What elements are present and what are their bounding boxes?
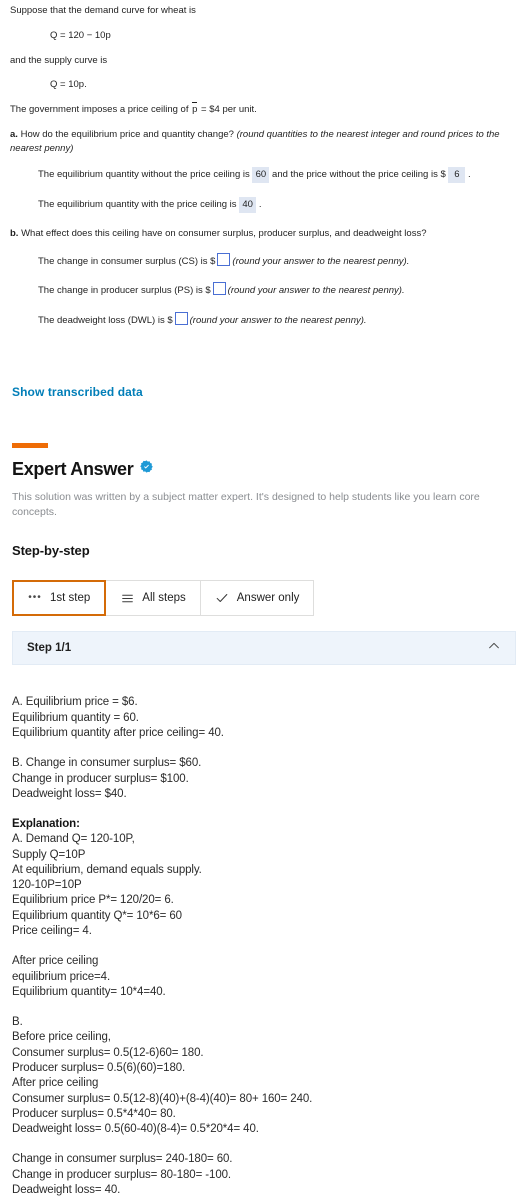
check-icon [215,591,229,605]
b3-hint: (round your answer to the nearest penny)… [189,315,367,327]
a2-pre-text: The equilibrium quantity with the price … [38,199,240,211]
expert-answer-description: This solution was written by a subject m… [12,490,480,519]
verified-check-icon [140,460,154,478]
solution-line: B. [12,1016,23,1029]
solution-line: Change in producer surplus= 80-180= -100… [12,1168,232,1181]
solution-line: Change in producer surplus= $100. [12,772,189,785]
solution-line: Before price ceiling, [12,1031,111,1044]
a1-mid-text: and the price without the price ceiling … [269,169,449,181]
solution-line: Equilibrium price P*= 120/20= 6. [12,894,174,907]
solution-line: equilibrium price=4. [12,970,111,983]
show-transcribed-data-link[interactable]: Show transcribed data [12,385,143,399]
price-ceiling-post: = $4 per unit. [198,104,257,116]
answer-line-a1: The equilibrium quantity without the pri… [10,167,518,184]
solution-body: A. Equilibrium price = $6. Equilibrium qu… [0,695,528,1198]
solution-line: Supply Q=10P [12,848,86,861]
solution-line: Equilibrium quantity = 60. [12,711,139,724]
solution-line: Deadweight loss= $40. [12,787,127,800]
a1-pre-text: The equilibrium quantity without the pri… [38,169,253,181]
solution-line: Consumer surplus= 0.5(12-8)(40)+(8-4)(40… [12,1092,313,1105]
tab-answer-only[interactable]: Answer only [199,580,315,617]
consumer-surplus-change-input[interactable] [217,252,231,266]
solution-line: After price ceiling [12,1077,99,1090]
solution-line: Explanation: [12,818,80,831]
solution-paragraph-gap [12,1137,516,1152]
step-header-bar[interactable]: Step 1/1 [12,631,516,666]
demand-equation: Q = 120 − 10p [50,29,111,41]
part-a-prompt: a. How do the equilibrium price and quan… [10,128,518,156]
step-counter-label: Step 1/1 [27,642,72,655]
tab-all-steps-label: All steps [142,592,186,605]
expert-answer-section: Expert Answer This solution was written … [0,442,528,666]
step-view-tabs: ••• 1st step All steps Answer only [12,580,516,617]
solution-line: Producer surplus= 0.5*4*40= 80. [12,1107,176,1120]
solution-paragraph-gap [12,939,516,954]
part-a-label: a. [10,128,18,140]
tab-answer-only-label: Answer only [236,592,300,605]
a2-post-text: . [256,199,262,211]
deadweight-loss-input[interactable] [174,312,188,326]
a1-post-text: . [465,169,471,181]
solution-line: At equilibrium, demand equals supply. [12,863,202,876]
tab-first-step[interactable]: ••• 1st step [12,580,107,617]
answer-line-b1: The change in consumer surplus (CS) is $… [10,252,518,269]
transcribed-data-section: Show transcribed data [0,342,528,401]
producer-surplus-change-input[interactable] [212,282,226,296]
solution-line: Equilibrium quantity Q*= 10*6= 60 [12,909,182,922]
solution-line: Equilibrium quantity after price ceiling… [12,726,224,739]
part-a-text: How do the equilibrium price and quantit… [17,128,237,140]
supply-intro: and the supply curve is [10,54,108,66]
question-intro: Suppose that the demand curve for wheat … [10,5,196,16]
solution-line: A. Demand Q= 120-10P, [12,833,135,846]
equilibrium-price-no-ceiling-field[interactable]: 6 [448,167,466,184]
price-ceiling-statement: The government imposes a price ceiling o… [10,102,518,117]
ellipsis-icon: ••• [28,592,42,604]
hamburger-icon [120,592,134,605]
solution-line: Price ceiling= 4. [12,925,92,938]
solution-line: Deadweight loss= 0.5(60-40)(8-4)= 0.5*20… [12,1123,259,1136]
price-ceiling-pre: The government imposes a price ceiling o… [10,104,192,116]
b2-hint: (round your answer to the nearest penny)… [227,285,405,297]
answer-line-b2: The change in producer surplus (PS) is $… [10,282,518,298]
chevron-up-icon[interactable] [487,639,501,658]
tab-first-step-label: 1st step [50,592,91,605]
solution-line: Equilibrium quantity= 10*4=40. [12,985,166,998]
b3-pre-text: The deadweight loss (DWL) is $ [38,315,173,327]
b2-pre-text: The change in producer surplus (PS) is $ [38,285,211,297]
solution-line: 120-10P=10P [12,879,82,892]
solution-paragraph-gap [12,741,516,756]
b1-hint: (round your answer to the nearest penny)… [232,255,410,267]
question-block: Suppose that the demand curve for wheat … [0,0,528,328]
solution-paragraph-gap [12,802,516,817]
solution-line: A. Equilibrium price = $6. [12,696,138,709]
solution-line: Producer surplus= 0.5(6)(60)=180. [12,1062,186,1075]
expert-answer-title: Expert Answer [12,458,134,479]
answer-line-a2: The equilibrium quantity with the price … [10,197,518,213]
equilibrium-quantity-with-ceiling-field[interactable]: 40 [239,197,257,213]
solution-line: B. Change in consumer surplus= $60. [12,757,202,770]
part-b-text: What effect does this ceiling have on co… [18,227,427,239]
answer-line-b3: The deadweight loss (DWL) is $ (round you… [10,312,518,328]
solution-line: Deadweight loss= 40. [12,1183,121,1196]
equilibrium-quantity-no-ceiling-field[interactable]: 60 [252,167,270,184]
solution-line: Consumer surplus= 0.5(12-6)60= 180. [12,1046,204,1059]
solution-paragraph-gap [12,1000,516,1015]
part-b-prompt: b. What effect does this ceiling have on… [10,227,518,241]
p-bar-symbol: p [192,102,198,116]
step-by-step-title: Step-by-step [12,543,90,559]
solution-line: After price ceiling [12,955,99,968]
orange-accent-bar [12,442,48,448]
solution-line: Change in consumer surplus= 240-180= 60. [12,1153,233,1166]
expert-answer-header: Expert Answer [12,459,516,480]
b1-pre-text: The change in consumer surplus (CS) is $ [38,255,216,267]
supply-equation: Q = 10p. [50,79,87,91]
tab-all-steps[interactable]: All steps [105,580,201,617]
